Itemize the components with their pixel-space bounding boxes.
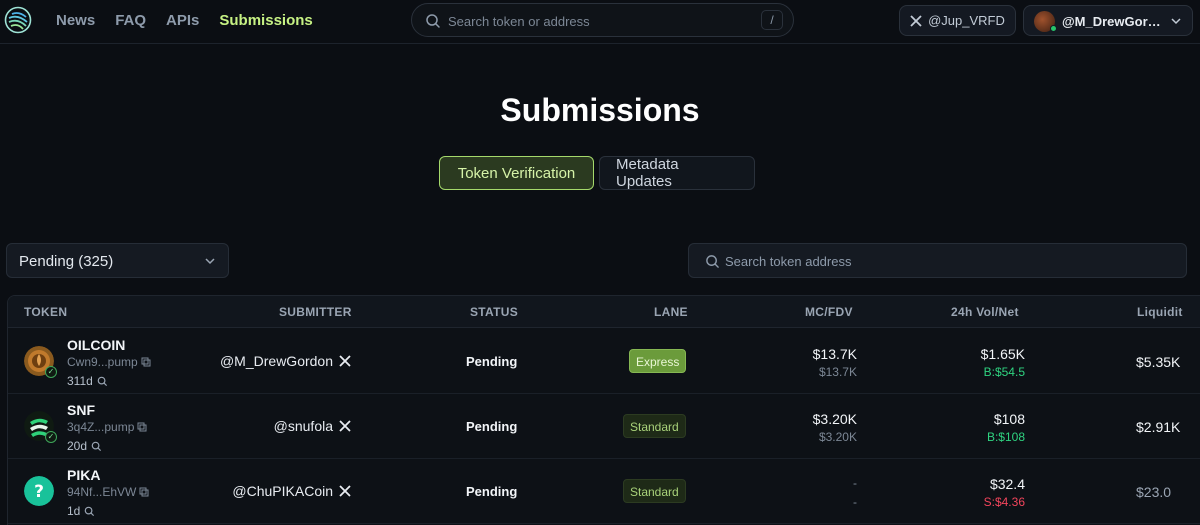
submitter-handle: @snufola (273, 418, 333, 434)
lane-badge: Standard (623, 414, 686, 438)
x-logo-icon (910, 14, 922, 27)
status-text: Pending (466, 419, 518, 434)
token-address-text: 3q4Z...pump (67, 420, 135, 434)
main-nav: News FAQ APIs Submissions (56, 12, 333, 29)
lane-badge: Express (629, 349, 687, 373)
question-mark-icon: ? (24, 476, 54, 506)
submitter[interactable]: @ChuPIKACoin (232, 483, 351, 499)
x-account-button[interactable]: @Jup_VRFD (899, 5, 1016, 36)
search-icon (426, 14, 440, 28)
net-flow: B:$108 (986, 430, 1025, 444)
global-search: / (411, 3, 794, 37)
token-symbol: PIKA (67, 467, 101, 483)
submission-tabs: Token Verification Metadata Updates (439, 156, 755, 190)
token-age-text: 311d (67, 374, 93, 388)
token-address-search (688, 243, 1187, 278)
fdv: - (853, 495, 857, 509)
token-age-text: 20d (67, 439, 88, 453)
token-age: 20d (67, 439, 102, 453)
table-row[interactable]: ✓ OILCOIN Cwn9...pump 311d @M_DrewGordon… (8, 329, 1200, 394)
jupiter-logo-icon[interactable] (4, 6, 32, 34)
nav-apis[interactable]: APIs (166, 12, 199, 29)
table-header: TOKEN SUBMITTER STATUS LANE MC/FDV 24h V… (8, 296, 1200, 328)
fdv: $13.7K (818, 365, 857, 379)
submitter[interactable]: @M_DrewGordon (220, 353, 351, 369)
user-menu-button[interactable]: @M_DrewGord... (1023, 5, 1193, 36)
x-logo-icon[interactable] (339, 420, 351, 432)
token-address-text: Cwn9...pump (67, 355, 138, 369)
volume-24h: $32.4 (989, 476, 1025, 492)
search-icon (706, 255, 719, 268)
market-cap: $13.7K (812, 346, 857, 362)
nav-news[interactable]: News (56, 12, 95, 29)
header-24h-vol[interactable]: 24h Vol/Net (951, 305, 1019, 319)
nav-faq[interactable]: FAQ (115, 12, 146, 29)
tab-metadata-updates[interactable]: Metadata Updates (599, 156, 755, 190)
user-name: @M_DrewGord... (1062, 14, 1162, 29)
status-filter-dropdown[interactable]: Pending (325) (6, 243, 229, 278)
copy-icon[interactable] (139, 487, 149, 497)
market-cap: $3.20K (812, 411, 857, 427)
header-status[interactable]: STATUS (470, 305, 518, 319)
liquidity: $5.35K (1136, 354, 1181, 370)
verified-badge-icon: ✓ (45, 431, 57, 443)
page-title: Submissions (500, 92, 700, 128)
submissions-table: TOKEN SUBMITTER STATUS LANE MC/FDV 24h V… (7, 295, 1200, 525)
copy-icon[interactable] (141, 357, 151, 367)
token-address-search-input[interactable] (725, 252, 1145, 270)
token-symbol: OILCOIN (67, 337, 126, 353)
chevron-down-icon (1171, 18, 1181, 25)
net-flow: S:$4.36 (983, 495, 1025, 509)
header-submitter[interactable]: SUBMITTER (279, 305, 352, 319)
submitter[interactable]: @snufola (274, 418, 351, 434)
nav-submissions[interactable]: Submissions (219, 12, 312, 29)
fdv: $3.20K (818, 430, 857, 444)
token-address-text: 94Nf...EhVW (67, 485, 137, 499)
svg-text:?: ? (34, 482, 44, 502)
status-text: Pending (466, 354, 518, 369)
search-shortcut-hint: / (761, 10, 783, 30)
header-lane[interactable]: LANE (654, 305, 688, 319)
submitter-handle: @M_DrewGordon (219, 353, 333, 369)
header-token[interactable]: TOKEN (24, 305, 67, 319)
header-mc-fdv[interactable]: MC/FDV (805, 305, 853, 319)
tab-token-verification[interactable]: Token Verification (439, 156, 594, 190)
volume-24h: $108 (993, 411, 1025, 427)
status-filter-label: Pending (325) (19, 253, 114, 270)
net-flow: B:$54.5 (983, 365, 1025, 379)
table-row[interactable]: ? PIKA 94Nf...EhVW 1d @ChuPIKACoin Pendi… (8, 459, 1200, 524)
token-age: 311d (67, 374, 108, 388)
volume-24h: $1.65K (980, 346, 1025, 362)
search-icon[interactable] (97, 376, 108, 387)
x-logo-icon[interactable] (339, 355, 351, 367)
token-address[interactable]: Cwn9...pump (67, 355, 151, 369)
global-search-input[interactable] (448, 11, 748, 31)
online-status-dot (1050, 25, 1057, 32)
chevron-down-icon (205, 258, 215, 265)
token-address[interactable]: 3q4Z...pump (67, 420, 147, 434)
token-age-text: 1d (67, 504, 81, 518)
token-address[interactable]: 94Nf...EhVW (67, 485, 149, 499)
header-liquidity[interactable]: Liquidit (1137, 305, 1183, 319)
liquidity: $23.0 (1136, 484, 1172, 500)
token-symbol: SNF (67, 402, 95, 418)
x-account-label: @Jup_VRFD (928, 13, 1005, 28)
x-logo-icon[interactable] (339, 485, 351, 497)
liquidity: $2.91K (1136, 419, 1181, 435)
token-age: 1d (67, 504, 95, 518)
copy-icon[interactable] (137, 422, 147, 432)
status-text: Pending (466, 484, 518, 499)
table-row[interactable]: ✓ SNF 3q4Z...pump 20d @snufola Pending S… (8, 394, 1200, 459)
top-bar: News FAQ APIs Submissions / @Jup_VRFD @M… (0, 0, 1200, 44)
search-icon[interactable] (91, 441, 102, 452)
search-icon[interactable] (84, 506, 95, 517)
market-cap: - (853, 476, 857, 490)
verified-badge-icon: ✓ (45, 366, 57, 378)
submitter-handle: @ChuPIKACoin (232, 483, 333, 499)
lane-badge: Standard (623, 479, 686, 503)
